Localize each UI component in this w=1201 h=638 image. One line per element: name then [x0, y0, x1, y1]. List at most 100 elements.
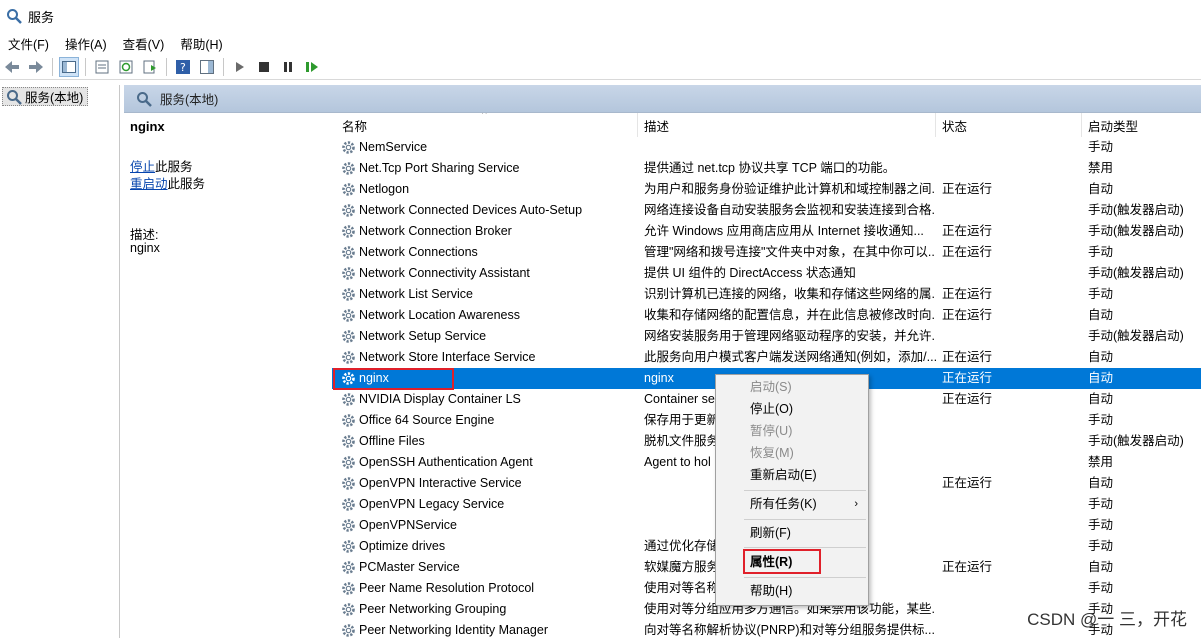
- service-gear-icon: [340, 307, 357, 324]
- service-startup-type: 自动: [1088, 182, 1114, 196]
- context-menu-resume[interactable]: 恢复(M): [716, 443, 868, 464]
- service-status: [942, 158, 1082, 179]
- menu-file[interactable]: 文件(F): [0, 34, 57, 53]
- menu-view[interactable]: 查看(V): [115, 34, 173, 53]
- service-startup-type: 自动: [1088, 560, 1114, 574]
- context-menu-help[interactable]: 帮助(H): [716, 581, 868, 602]
- menu-bar: 文件(F) 操作(A) 查看(V) 帮助(H): [0, 32, 1201, 54]
- show-action-pane-icon[interactable]: [197, 57, 217, 77]
- service-description: 管理"网络和拨号连接"文件夹中对象，在其中你可以...: [644, 245, 936, 259]
- service-startup-type: 手动(触发器启动): [1088, 203, 1184, 217]
- service-status: 正在运行: [942, 182, 993, 196]
- service-startup-type: 手动(触发器启动): [1088, 224, 1184, 238]
- show-hide-console-tree-icon[interactable]: [59, 57, 79, 77]
- context-menu-pause[interactable]: 暂停(U): [716, 421, 868, 442]
- menu-action[interactable]: 操作(A): [57, 34, 115, 53]
- context-menu-refresh[interactable]: 刷新(F): [716, 523, 868, 544]
- toolbar-separator: [223, 58, 224, 76]
- service-row[interactable]: Network Connectivity Assistant 提供 UI 组件的 …: [332, 263, 1201, 284]
- service-name: OpenVPNService: [359, 518, 457, 532]
- stop-service-suffix: 此服务: [155, 160, 193, 174]
- service-gear-icon: [340, 433, 357, 450]
- service-gear-icon: [340, 622, 357, 638]
- service-status: [942, 452, 1082, 473]
- service-row[interactable]: Net.Tcp Port Sharing Service 提供通过 net.tcp…: [332, 158, 1201, 179]
- service-startup-type: 自动: [1088, 308, 1114, 322]
- service-name: Network Connection Broker: [359, 224, 512, 238]
- service-gear-icon: [340, 223, 357, 240]
- service-row[interactable]: Network Connections 管理"网络和拨号连接"文件夹中对象，在其中…: [332, 242, 1201, 263]
- service-status: [942, 515, 1082, 536]
- column-header-description[interactable]: 描述: [638, 113, 936, 137]
- service-status: 正在运行: [942, 476, 993, 490]
- console-tree: 服务(本地): [0, 85, 120, 638]
- service-startup-type: 禁用: [1088, 455, 1114, 469]
- context-menu-start[interactable]: 启动(S): [716, 377, 868, 398]
- service-status: [942, 137, 1082, 158]
- service-row[interactable]: Network Connected Devices Auto-Setup 网络连接…: [332, 200, 1201, 221]
- service-name: Office 64 Source Engine: [359, 413, 495, 427]
- service-row[interactable]: Netlogon 为用户和服务身份验证维护此计算机和域控制器之间... 正在运行 自动: [332, 179, 1201, 200]
- service-row[interactable]: Network Connection Broker 允许 Windows 应用商店…: [332, 221, 1201, 242]
- service-name: Network Store Interface Service: [359, 350, 536, 364]
- service-name: Peer Networking Identity Manager: [359, 623, 548, 637]
- menu-help[interactable]: 帮助(H): [172, 34, 230, 53]
- stop-service-link[interactable]: 停止: [130, 160, 155, 174]
- service-startup-type: 手动: [1088, 245, 1114, 259]
- service-gear-icon: [340, 160, 357, 177]
- stop-service-icon[interactable]: [254, 57, 274, 77]
- service-gear-icon: [340, 244, 357, 261]
- service-detail-title: nginx: [130, 119, 165, 134]
- service-description: 为用户和服务身份验证维护此计算机和域控制器之间...: [644, 182, 936, 196]
- service-status: [942, 263, 1082, 284]
- service-gear-icon: [340, 454, 357, 471]
- service-status: 正在运行: [942, 392, 993, 406]
- service-row[interactable]: NemService 手动: [332, 137, 1201, 158]
- properties-icon[interactable]: [92, 57, 112, 77]
- context-menu-all-tasks[interactable]: 所有任务(K) ›: [716, 494, 868, 515]
- service-gear-icon: [340, 412, 357, 429]
- service-row[interactable]: Network Setup Service 网络安装服务用于管理网络驱动程序的安装…: [332, 326, 1201, 347]
- restart-service-link[interactable]: 重启动: [130, 177, 168, 191]
- context-menu: 启动(S) 停止(O) 暂停(U) 恢复(M) 重新启动(E) 所有任务(K) …: [715, 374, 869, 606]
- service-status: [942, 326, 1082, 347]
- service-startup-type: 禁用: [1088, 161, 1114, 175]
- restart-service-icon[interactable]: [302, 57, 322, 77]
- service-row[interactable]: Network Store Interface Service 此服务向用户模式客…: [332, 347, 1201, 368]
- service-status: 正在运行: [942, 560, 993, 574]
- service-name: Peer Networking Grouping: [359, 602, 507, 616]
- back-arrow-icon[interactable]: [2, 57, 22, 77]
- service-name: Netlogon: [359, 182, 410, 196]
- start-service-icon[interactable]: [230, 57, 250, 77]
- service-row[interactable]: Network Location Awareness 收集和存储网络的配置信息，并…: [332, 305, 1201, 326]
- column-header-status[interactable]: 状态: [936, 113, 1082, 137]
- service-description: 提供 UI 组件的 DirectAccess 状态通知: [644, 266, 856, 280]
- export-list-icon[interactable]: [140, 57, 160, 77]
- help-icon[interactable]: ?: [173, 57, 193, 77]
- column-header-startup-type[interactable]: 启动类型: [1082, 113, 1201, 137]
- context-menu-stop[interactable]: 停止(O): [716, 399, 868, 420]
- service-name: Network List Service: [359, 287, 473, 301]
- service-description: 网络安装服务用于管理网络驱动程序的安装，并允许...: [644, 329, 936, 343]
- tree-item-services-local[interactable]: 服务(本地): [2, 87, 89, 106]
- tree-item-label: 服务(本地): [25, 91, 84, 105]
- service-row[interactable]: Network List Service 识别计算机已连接的网络，收集和存储这些网…: [332, 284, 1201, 305]
- toolbar: ?: [0, 55, 1201, 80]
- service-startup-type: 手动: [1088, 140, 1114, 154]
- column-header-name[interactable]: 名称 ^: [332, 113, 638, 137]
- service-status: [942, 200, 1082, 221]
- service-name: Offline Files: [359, 434, 425, 448]
- context-menu-separator: [744, 577, 866, 578]
- svg-text:?: ?: [180, 61, 186, 74]
- context-menu-restart[interactable]: 重新启动(E): [716, 465, 868, 486]
- refresh-icon[interactable]: [116, 57, 136, 77]
- service-status: [942, 410, 1082, 431]
- column-header-status-label: 状态: [942, 119, 968, 134]
- toolbar-separator: [52, 58, 53, 76]
- context-menu-separator: [744, 547, 866, 548]
- service-description: [644, 137, 936, 158]
- forward-arrow-icon[interactable]: [26, 57, 46, 77]
- pause-service-icon[interactable]: [278, 57, 298, 77]
- service-status: 正在运行: [942, 350, 993, 364]
- properties-highlight-box: [743, 549, 821, 574]
